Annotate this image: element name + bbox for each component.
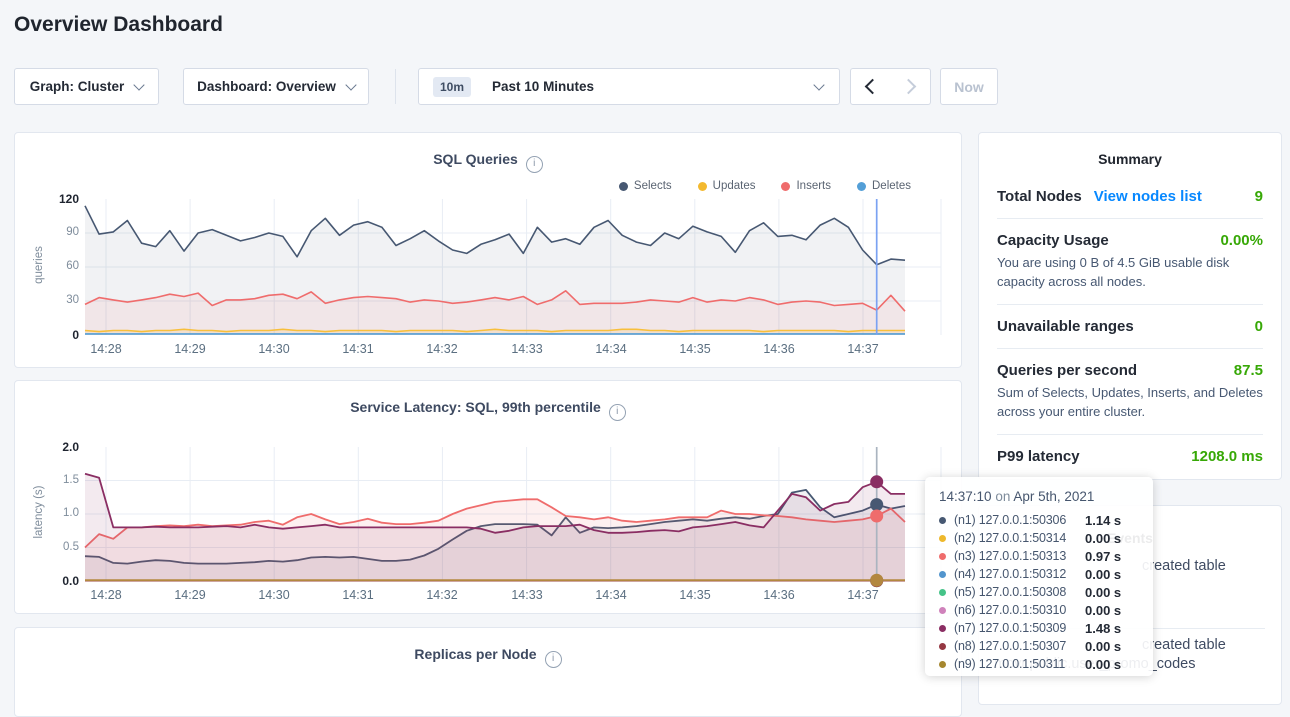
y-axis-tick: 120: [33, 192, 79, 206]
x-axis-tick: 14:31: [328, 588, 388, 602]
now-button[interactable]: Now: [940, 68, 998, 105]
x-axis-tick: 14:30: [244, 342, 304, 356]
summary-panel: Summary Total Nodes View nodes list 9 Ca…: [978, 132, 1282, 480]
x-axis-tick: 14:33: [497, 588, 557, 602]
graph-dropdown[interactable]: Graph: Cluster: [14, 68, 159, 105]
toolbar-divider: [395, 69, 396, 104]
x-axis-tick: 14:36: [749, 342, 809, 356]
tooltip-row: (n9) 127.0.0.1:503110.00 s: [939, 655, 1139, 673]
chevron-left-icon: [864, 79, 880, 95]
tooltip-row: (n2) 127.0.0.1:503140.00 s: [939, 529, 1139, 547]
page-title: Overview Dashboard: [14, 13, 223, 37]
chart-canvas[interactable]: [85, 199, 941, 335]
series-dot-icon: [939, 553, 946, 560]
capacity-value: 0.00%: [1220, 232, 1263, 249]
x-axis-tick: 14:29: [160, 588, 220, 602]
tooltip-row: (n1) 127.0.0.1:503061.14 s: [939, 511, 1139, 529]
qps-description: Sum of Selects, Updates, Inserts, and De…: [997, 383, 1263, 421]
y-axis-tick: 0: [33, 328, 79, 342]
chevron-down-icon: [345, 79, 356, 90]
summary-row-qps: Queries per second 87.5 Sum of Selects, …: [997, 349, 1263, 435]
tooltip-row: (n5) 127.0.0.1:503080.00 s: [939, 583, 1139, 601]
x-axis-tick: 14:36: [749, 588, 809, 602]
x-axis-tick: 14:31: [328, 342, 388, 356]
x-axis-tick: 14:34: [581, 342, 641, 356]
event-item-text[interactable]: created table: [1142, 637, 1226, 653]
time-next-button[interactable]: [890, 68, 931, 105]
x-axis-tick: 14:28: [76, 588, 136, 602]
dashboard-dropdown[interactable]: Dashboard: Overview: [183, 68, 369, 105]
x-axis-tick: 14:35: [665, 342, 725, 356]
x-axis-tick: 14:32: [412, 588, 472, 602]
summary-row-capacity: Capacity Usage 0.00% You are using 0 B o…: [997, 219, 1263, 305]
time-range-label: Past 10 Minutes: [492, 79, 594, 94]
x-axis-tick: 14:28: [76, 342, 136, 356]
x-axis-tick: 14:30: [244, 588, 304, 602]
summary-title: Summary: [997, 151, 1263, 167]
tooltip-rows: (n1) 127.0.0.1:503061.14 s(n2) 127.0.0.1…: [939, 511, 1139, 673]
summary-row-unavailable-ranges: Unavailable ranges 0: [997, 305, 1263, 349]
unavailable-ranges-value: 0: [1255, 318, 1263, 335]
tooltip-row: (n4) 127.0.0.1:503120.00 s: [939, 565, 1139, 583]
series-dot-icon: [939, 661, 946, 668]
chart-title: Replicas per Nodei: [15, 646, 961, 668]
chart-canvas[interactable]: [85, 447, 941, 581]
x-axis-tick: 14:34: [581, 588, 641, 602]
service-latency-card: Service Latency: SQL, 99th percentilei 0…: [14, 380, 962, 614]
x-axis-tick: 14:32: [412, 342, 472, 356]
event-item-text[interactable]: created table: [1142, 558, 1226, 574]
series-dot-icon: [939, 589, 946, 596]
x-axis-tick: 14:35: [665, 588, 725, 602]
time-range-picker[interactable]: 10m Past 10 Minutes: [418, 68, 840, 105]
chart-tooltip: 14:37:10 on Apr 5th, 2021 (n1) 127.0.0.1…: [925, 477, 1153, 676]
y-axis-label: queries: [33, 205, 45, 325]
chevron-down-icon: [134, 79, 145, 90]
time-prev-button[interactable]: [850, 68, 891, 105]
capacity-description: You are using 0 B of 4.5 GiB usable disk…: [997, 253, 1263, 291]
series-dot-icon: [939, 607, 946, 614]
time-range-badge: 10m: [433, 77, 471, 97]
replicas-per-node-card: Replicas per Nodei: [14, 627, 962, 717]
chevron-down-icon: [813, 79, 824, 90]
series-dot-icon: [939, 535, 946, 542]
sql-queries-card: SQL Queriesi Selects Updates Inserts Del…: [14, 132, 962, 368]
series-dot-icon: [939, 517, 946, 524]
series-dot-icon: [939, 643, 946, 650]
sql-queries-chart[interactable]: 030609012014:2814:2914:3014:3114:3214:33…: [15, 133, 963, 367]
tooltip-row: (n8) 127.0.0.1:503070.00 s: [939, 637, 1139, 655]
x-axis-tick: 14:37: [833, 588, 893, 602]
info-icon[interactable]: i: [545, 651, 562, 668]
x-axis-tick: 14:37: [833, 342, 893, 356]
series-dot-icon: [939, 571, 946, 578]
x-axis-tick: 14:29: [160, 342, 220, 356]
p99-value: 1208.0 ms: [1191, 448, 1263, 465]
service-latency-chart[interactable]: 0.00.51.01.52.014:2814:2914:3014:3114:32…: [15, 381, 963, 615]
chevron-right-icon: [901, 79, 917, 95]
tooltip-timestamp: 14:37:10 on Apr 5th, 2021: [939, 489, 1139, 504]
total-nodes-value: 9: [1255, 188, 1263, 205]
y-axis-tick: 0.0: [33, 574, 79, 588]
y-axis-label: latency (s): [33, 452, 45, 572]
qps-value: 87.5: [1234, 362, 1263, 379]
summary-row-p99: P99 latency 1208.0 ms: [997, 435, 1263, 478]
tooltip-row: (n6) 127.0.0.1:503100.00 s: [939, 601, 1139, 619]
tooltip-row: (n7) 127.0.0.1:503091.48 s: [939, 619, 1139, 637]
summary-row-total-nodes: Total Nodes View nodes list 9: [997, 175, 1263, 219]
tooltip-row: (n3) 127.0.0.1:503130.97 s: [939, 547, 1139, 565]
view-nodes-link[interactable]: View nodes list: [1094, 188, 1202, 205]
x-axis-tick: 14:33: [497, 342, 557, 356]
series-dot-icon: [939, 625, 946, 632]
